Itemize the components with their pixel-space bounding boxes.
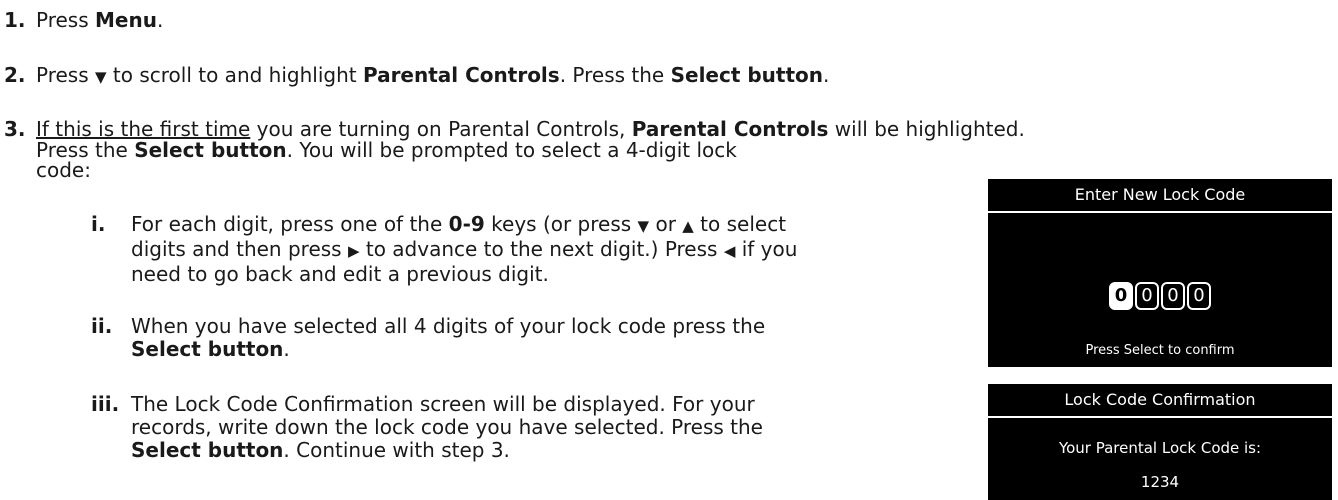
menu-key-label: Menu (95, 8, 157, 32)
step-text: to scroll to and highlight (106, 63, 363, 87)
up-arrow-icon: ▲ (682, 217, 694, 235)
select-button-label: Select button (131, 337, 284, 361)
substep-line: For each digit, press one of the 0-9 key… (131, 213, 797, 238)
substep-number: iii. (91, 392, 120, 416)
left-arrow-icon: ◀ (723, 242, 736, 260)
substep-text: The Lock Code Confirmation screen will b… (131, 393, 763, 462)
screen-title: Lock Code Confirmation (988, 384, 1332, 418)
right-arrow-icon: ▶ (347, 242, 360, 260)
substep-text: When you have selected all 4 digits of y… (131, 315, 765, 361)
lock-code-digits: 0000 (988, 282, 1332, 310)
digit-key-label: 9 (470, 212, 485, 236)
text: digits and then press (131, 237, 348, 261)
text: to advance to the next digit.) Press (359, 237, 724, 261)
punctuation: . (823, 63, 830, 87)
punctuation: . (156, 8, 164, 32)
substep-line: Select button. (131, 338, 765, 361)
substep-line: need to go back and edit a previous digi… (131, 262, 549, 286)
step-number: 1. (4, 8, 26, 32)
step-text: . Press the (559, 63, 671, 87)
enter-lock-code-screen: Enter New Lock Code 0000 Press Select to… (988, 179, 1332, 367)
lock-code-digit-1: 0 (1109, 282, 1133, 310)
screen-title: Enter New Lock Code (988, 179, 1332, 213)
step-1: 1. Press Menu. (0, 8, 163, 32)
text: or (649, 212, 683, 236)
lock-code-digit-4: 0 (1187, 282, 1211, 310)
step-number: 3. (4, 117, 26, 141)
parental-controls-label: Parental Controls (362, 63, 560, 87)
down-arrow-icon: ▼ (637, 217, 650, 235)
confirmation-message: Your Parental Lock Code is: (1058, 439, 1262, 457)
step-text: will be highlighted. (828, 117, 1025, 141)
text: to select (693, 212, 787, 236)
text: For each digit, press one of the (131, 212, 449, 236)
step-2: 2. Press ▼ to scroll to and highlight Par… (0, 63, 829, 89)
text: . Continue with step 3. (283, 438, 510, 462)
lock-code-digit-2: 0 (1135, 282, 1159, 310)
step-text: code: (36, 158, 91, 182)
step-text: Press (36, 63, 95, 87)
substep-line: digits and then press ▶ to advance to th… (131, 238, 797, 263)
substep-line: The Lock Code Confirmation screen will b… (131, 392, 755, 416)
screen-footer: Press Select to confirm (1085, 343, 1235, 358)
step-3-line-2: Press the Select button. You will be pro… (36, 138, 737, 162)
substep-line: When you have selected all 4 digits of y… (131, 314, 766, 338)
lock-code-confirmation-screen: Lock Code Confirmation Your Parental Loc… (988, 384, 1332, 500)
text: if you (735, 237, 798, 261)
substep-line: records, write down the lock code you ha… (131, 415, 763, 439)
text: keys (or press (484, 212, 638, 236)
lock-code-value: 1234 (1140, 473, 1180, 491)
step-text: Press (36, 8, 95, 32)
text: . (283, 337, 290, 361)
digit-key-label: 0 (448, 212, 463, 236)
step-number: 2. (4, 63, 26, 87)
step-3-line-3: code: (36, 158, 91, 182)
substep-line: Select button. Continue with step 3. (131, 439, 763, 462)
select-button-label: Select button (134, 138, 287, 162)
substep-text: For each digit, press one of the 0-9 key… (131, 213, 797, 286)
select-button-label: Select button (131, 438, 284, 462)
text: - (462, 212, 471, 236)
lock-code-digit-3: 0 (1161, 282, 1185, 310)
step-text: . You will be prompted to select a 4-dig… (286, 138, 737, 162)
select-button-label: Select button (670, 63, 824, 87)
substep-number: i. (91, 212, 106, 236)
down-arrow-icon: ▼ (95, 68, 107, 86)
substep-number: ii. (91, 314, 113, 338)
